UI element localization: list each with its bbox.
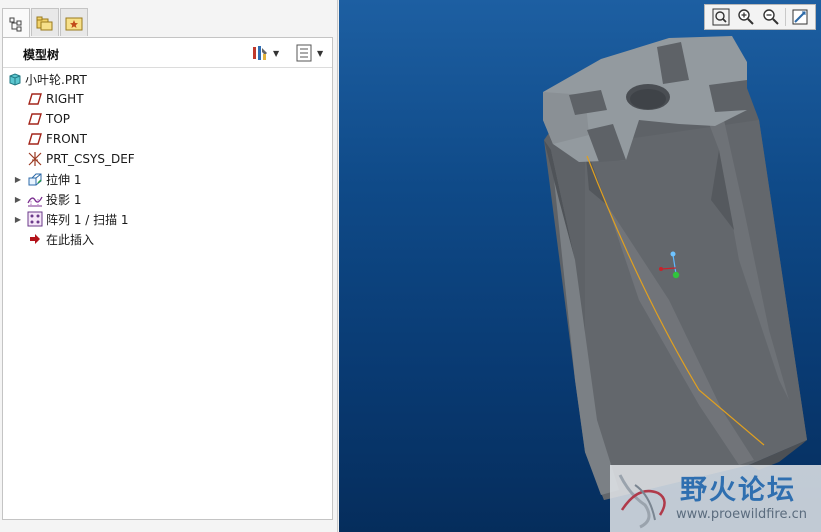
navigator-panel: 模型树 ▼ ▼ 小叶轮.PRT RIGHT TOP FRONT PRT_CSYS… [0, 0, 338, 532]
tree-item-label: PRT_CSYS_DEF [46, 152, 135, 166]
zoom-in-icon [737, 9, 754, 25]
tree-item-pattern[interactable]: ▶ 阵列 1 / 扫描 1 [3, 209, 323, 229]
tree-item-csys[interactable]: PRT_CSYS_DEF [3, 149, 323, 169]
folder-icon [36, 16, 53, 30]
repaint-icon [792, 9, 807, 25]
tree-item-extrude[interactable]: ▶ 拉伸 1 [3, 169, 323, 189]
impeller-model[interactable] [339, 0, 821, 532]
tree-icon [9, 17, 22, 31]
zoom-in-button[interactable] [735, 6, 757, 28]
expand-arrow-icon[interactable]: ▶ [13, 195, 23, 204]
forum-logo [618, 474, 666, 529]
tree-item-projection[interactable]: ▶ 投影 1 [3, 189, 323, 209]
tree-item-front[interactable]: FRONT [3, 129, 323, 149]
tree-item-label: FRONT [46, 132, 87, 146]
chevron-down-icon: ▼ [317, 48, 324, 58]
csys-icon [27, 151, 43, 167]
extrude-icon [27, 171, 43, 187]
datum-plane-icon [27, 91, 43, 107]
pattern-icon [27, 211, 43, 227]
tree-item-label: RIGHT [46, 92, 84, 106]
folder-browser-tab[interactable] [31, 8, 59, 36]
favorites-tab[interactable] [60, 8, 88, 36]
tree-item-insert-here[interactable]: 在此插入 [3, 229, 323, 249]
datum-plane-icon [27, 111, 43, 127]
tree-item-label: 小叶轮.PRT [25, 72, 87, 87]
part-icon [7, 71, 23, 87]
toolbar-separator [784, 8, 786, 26]
model-tree-panel: 模型树 ▼ ▼ 小叶轮.PRT RIGHT TOP FRONT PRT_CSYS… [2, 37, 333, 520]
watermark-title: 野火论坛 [680, 475, 796, 506]
projection-icon [27, 191, 43, 207]
favorites-icon [65, 17, 83, 30]
tree-item-part[interactable]: 小叶轮.PRT [3, 69, 323, 89]
insert-here-arrow-icon [27, 231, 43, 247]
tree-item-label: 投影 1 [46, 192, 82, 207]
graphics-viewport[interactable]: 野火论坛 www.proewildfire.cn [339, 0, 821, 532]
tree-columns-button[interactable]: ▼ [295, 43, 323, 63]
tree-settings-icon [253, 46, 267, 60]
tree-item-label: 在此插入 [46, 232, 95, 247]
tree-item-label: 拉伸 1 [46, 172, 82, 187]
tree-item-right[interactable]: RIGHT [3, 89, 323, 109]
chevron-down-icon: ▼ [273, 48, 280, 58]
refit-button[interactable] [710, 6, 732, 28]
navigator-tabs [2, 8, 89, 38]
model-tree-title: 模型树 [23, 48, 60, 62]
model-tree-tab[interactable] [2, 8, 30, 38]
model-tree-header: 模型树 ▼ ▼ [3, 38, 332, 68]
view-toolbar [704, 4, 816, 30]
zoom-out-button[interactable] [760, 6, 782, 28]
repaint-button[interactable] [789, 6, 811, 28]
expand-arrow-icon[interactable]: ▶ [13, 175, 23, 184]
tree-item-label: 阵列 1 / 扫描 1 [46, 212, 129, 227]
forum-watermark: 野火论坛 www.proewildfire.cn [610, 465, 821, 532]
datum-plane-icon [27, 131, 43, 147]
expand-arrow-icon[interactable]: ▶ [13, 215, 23, 224]
refit-icon [712, 8, 729, 26]
tree-item-label: TOP [46, 112, 71, 126]
tree-item-top[interactable]: TOP [3, 109, 323, 129]
watermark-url: www.proewildfire.cn [676, 507, 807, 522]
tree-columns-icon [296, 44, 312, 62]
tree-settings-button[interactable]: ▼ [251, 43, 279, 63]
zoom-out-icon [762, 9, 779, 25]
